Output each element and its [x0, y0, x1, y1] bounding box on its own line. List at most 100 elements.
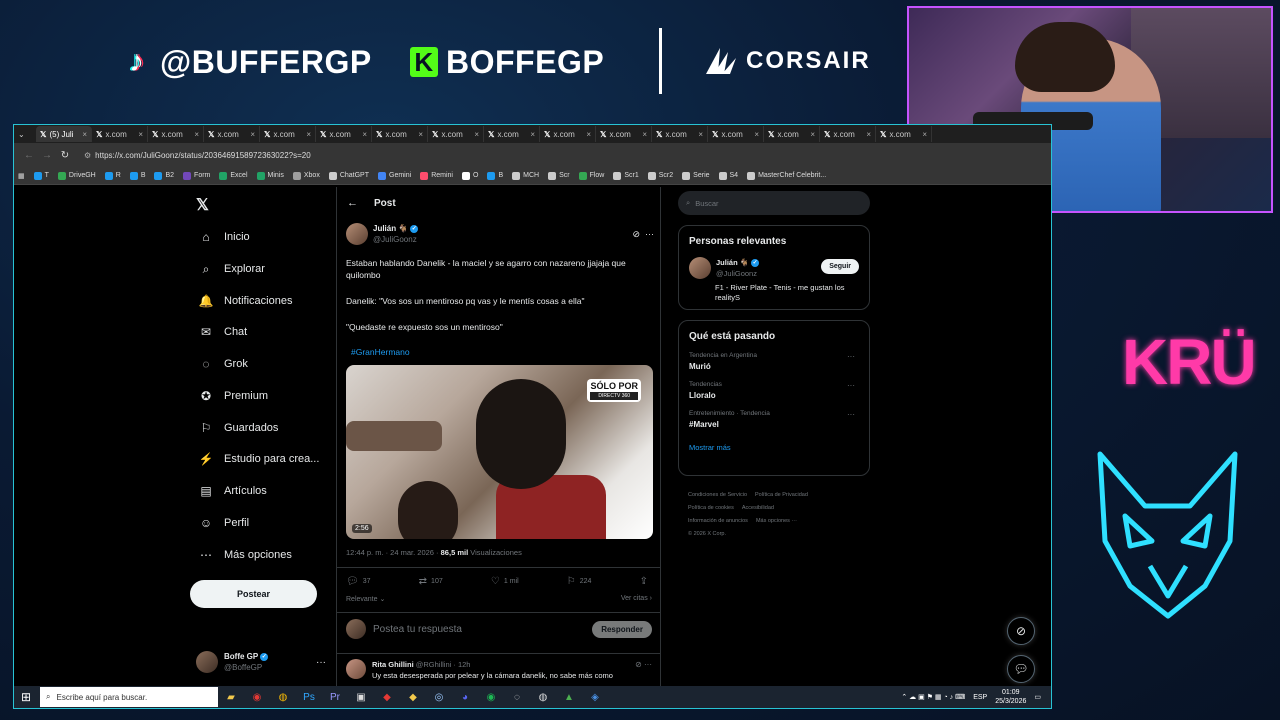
chat-float-icon[interactable]: 💬︎: [1007, 655, 1035, 683]
reload-icon[interactable]: ↻: [56, 150, 74, 161]
browser-tab[interactable]: 𝕏x.com ×: [484, 126, 540, 142]
footer-link[interactable]: Accesibilidad: [742, 505, 774, 511]
nav-item-chat[interactable]: ✉ Chat: [198, 322, 247, 342]
discord-icon[interactable]: ◕: [452, 692, 478, 703]
footer-link[interactable]: Política de cookies: [688, 505, 734, 511]
apps-grid-icon[interactable]: ▦: [18, 172, 25, 180]
browser-tab[interactable]: 𝕏x.com ×: [316, 126, 372, 142]
bookmark-item[interactable]: R: [104, 171, 121, 180]
close-icon[interactable]: ×: [194, 130, 199, 139]
search-input[interactable]: ⌕ Buscar: [678, 191, 870, 215]
spotify-icon[interactable]: ◉: [478, 692, 504, 703]
relevant-person[interactable]: Julián 🐐 ✓ @JuliGoonz Seguir: [689, 257, 869, 279]
bookmark-item[interactable]: MasterChef Celebrit...: [747, 171, 826, 180]
close-icon[interactable]: ×: [418, 130, 423, 139]
bookmark-item[interactable]: Scr1: [613, 171, 639, 180]
more-icon[interactable]: ···: [847, 410, 855, 419]
bookmark-item[interactable]: Excel: [219, 171, 248, 180]
reply-post[interactable]: Rita Ghillini @RGhillini · 12h Uy esta d…: [346, 659, 652, 681]
reply-button[interactable]: Responder: [592, 620, 652, 638]
bookmark-item[interactable]: T: [33, 171, 49, 180]
bookmark-item[interactable]: B2: [154, 171, 174, 180]
forward-icon[interactable]: →: [38, 150, 56, 161]
show-more-link[interactable]: Mostrar más: [689, 443, 869, 452]
close-icon[interactable]: ×: [586, 130, 591, 139]
nav-item-perfil[interactable]: ☺ Perfil: [198, 513, 249, 533]
app-icon[interactable]: ◍: [530, 692, 556, 703]
nav-item-artículos[interactable]: ▤ Artículos: [198, 481, 266, 501]
bookmark-item[interactable]: Remini: [420, 171, 453, 180]
reply-author-name[interactable]: Rita Ghillini: [372, 660, 414, 669]
nav-item-estudio-para-crea[interactable]: ⚡ Estudio para crea...: [198, 449, 320, 469]
close-icon[interactable]: ×: [698, 130, 703, 139]
close-icon[interactable]: ×: [922, 130, 927, 139]
bookmark-item[interactable]: Gemini: [378, 171, 411, 180]
browser-tab[interactable]: 𝕏x.com ×: [92, 126, 148, 142]
footer-link[interactable]: Información de anuncios: [688, 518, 748, 524]
back-icon[interactable]: ←: [20, 150, 38, 161]
app-icon[interactable]: ▣: [348, 692, 374, 703]
bookmark-item[interactable]: S4: [718, 171, 738, 180]
browser-tab[interactable]: 𝕏x.com ×: [428, 126, 484, 142]
bookmark-item[interactable]: MCH: [512, 171, 539, 180]
url-field[interactable]: ⚙ https://x.com/JuliGoonz/status/20364691…: [84, 151, 311, 160]
bookmark-item[interactable]: Minis: [256, 171, 284, 180]
steam-icon[interactable]: ◎: [426, 692, 452, 703]
grok-float-icon[interactable]: ⊘: [1007, 617, 1035, 645]
repost-action[interactable]: ⇄ 107: [419, 576, 443, 587]
view-quotes-link[interactable]: Ver citas ›: [621, 595, 652, 603]
follow-button[interactable]: Seguir: [821, 259, 859, 274]
browser-tab[interactable]: 𝕏x.com ×: [820, 126, 876, 142]
author-handle[interactable]: @JuliGoonz: [373, 234, 418, 245]
bookmark-item[interactable]: ChatGPT: [328, 171, 369, 180]
grok-icon[interactable]: ⊘: [632, 229, 640, 239]
post-video[interactable]: SÓLO POR DIRECTV 360 2:56: [346, 365, 653, 539]
avatar[interactable]: [346, 223, 368, 245]
author-name[interactable]: Julián 🐐: [373, 224, 408, 233]
nav-item-premium[interactable]: ✪ Premium: [198, 386, 268, 406]
bookmark-action[interactable]: ⚐ 224: [567, 576, 592, 587]
footer-link[interactable]: Más opciones ···: [756, 518, 797, 524]
footer-link[interactable]: Condiciones de Servicio: [688, 492, 747, 498]
bookmark-item[interactable]: Xbox: [292, 171, 320, 180]
browser-tab[interactable]: 𝕏x.com ×: [204, 126, 260, 142]
photoshop-icon[interactable]: Ps: [296, 692, 322, 703]
reply-action[interactable]: 💬︎ 37: [346, 576, 371, 587]
nav-item-más-opciones[interactable]: ⋯ Más opciones: [198, 545, 292, 565]
browser-tab[interactable]: 𝕏x.com ×: [260, 126, 316, 142]
browser-tab[interactable]: 𝕏x.com ×: [764, 126, 820, 142]
bookmark-item[interactable]: O: [462, 171, 478, 180]
close-icon[interactable]: ×: [474, 130, 479, 139]
app-icon[interactable]: ◌: [504, 692, 530, 703]
close-icon[interactable]: ×: [642, 130, 647, 139]
share-action[interactable]: ⇪: [640, 576, 652, 587]
windows-start-icon[interactable]: ⊞: [14, 690, 38, 704]
browser-tab[interactable]: 𝕏x.com ×: [596, 126, 652, 142]
sort-dropdown[interactable]: Relevante ⌄: [346, 595, 385, 603]
close-icon[interactable]: ×: [754, 130, 759, 139]
notifications-icon[interactable]: ▭: [1034, 693, 1041, 701]
browser-tab[interactable]: 𝕏x.com ×: [876, 126, 932, 142]
close-icon[interactable]: ×: [82, 130, 87, 139]
more-icon[interactable]: ···: [316, 657, 326, 668]
browser-tab[interactable]: 𝕏 (5) Juli ×: [36, 126, 92, 142]
more-icon[interactable]: ···: [847, 381, 855, 390]
app-icon[interactable]: ◆: [400, 692, 426, 703]
x-logo-icon[interactable]: 𝕏: [196, 195, 209, 215]
chrome-icon[interactable]: ◍: [270, 692, 296, 703]
premiere-icon[interactable]: Pr: [322, 692, 348, 703]
bookmark-item[interactable]: B: [129, 171, 145, 180]
post-timestamp[interactable]: 12:44 p. m. · 24 mar. 2026 ·: [346, 548, 441, 557]
language-indicator[interactable]: ESP: [973, 694, 987, 701]
bookmark-item[interactable]: DriveGH: [57, 171, 96, 180]
close-icon[interactable]: ×: [250, 130, 255, 139]
close-icon[interactable]: ×: [530, 130, 535, 139]
trend-item[interactable]: Tendencias Lloralo ···: [689, 381, 869, 400]
avatar[interactable]: [689, 257, 711, 279]
site-info-icon[interactable]: ⚙: [84, 151, 91, 160]
tray-icons[interactable]: ⌃ ☁ ▣ ⚑ ▦ ◔ ♪ ⌨: [901, 693, 965, 701]
bookmark-item[interactable]: Flow: [578, 171, 604, 180]
bookmark-item[interactable]: B: [487, 171, 503, 180]
taskbar-search[interactable]: ⌕ Escribe aquí para buscar.: [40, 687, 218, 707]
close-icon[interactable]: ×: [362, 130, 367, 139]
